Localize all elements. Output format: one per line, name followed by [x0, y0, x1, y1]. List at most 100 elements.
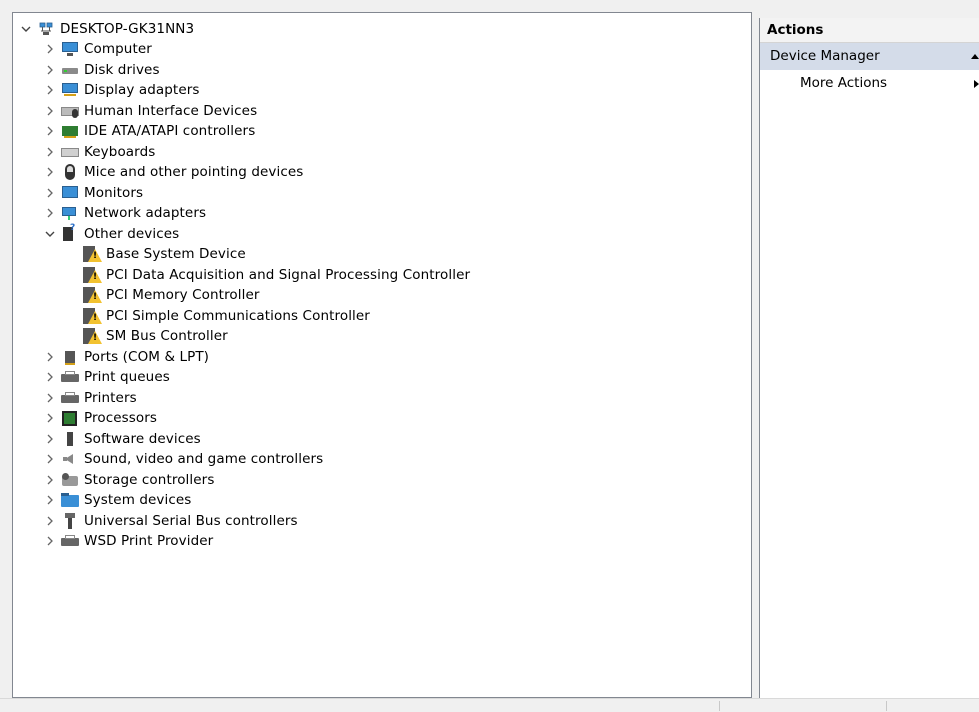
device-pci-simple-comms[interactable]: ! PCI Simple Communications Controller — [83, 306, 370, 326]
actions-header: Actions — [760, 18, 979, 43]
tree-item-usb-controllers[interactable]: Universal Serial Bus controllers — [43, 511, 298, 531]
actions-pane: Actions Device Manager More Actions — [759, 18, 979, 698]
computer-host-icon — [37, 21, 55, 37]
chevron-down-icon[interactable] — [19, 19, 33, 39]
chevron-down-icon[interactable] — [43, 224, 57, 244]
tree-item-software-devices[interactable]: Software devices — [43, 429, 201, 449]
system-folder-icon — [61, 492, 79, 508]
actions-section-label: Device Manager — [770, 48, 880, 64]
warning-device-icon: ! — [83, 328, 102, 344]
speaker-icon — [61, 451, 79, 467]
tree-item-label: System devices — [84, 492, 192, 508]
tree-item-ports[interactable]: Ports (COM & LPT) — [43, 347, 209, 367]
tree-item-printers[interactable]: Printers — [43, 388, 137, 408]
collapse-arrow-icon[interactable] — [971, 54, 979, 59]
tree-root-label: DESKTOP-GK31NN3 — [60, 21, 195, 37]
chevron-right-icon[interactable] — [43, 142, 57, 162]
network-adapter-icon — [61, 205, 79, 221]
ide-controller-icon — [61, 123, 79, 139]
tree-item-label: Mice and other pointing devices — [84, 164, 304, 180]
device-base-system[interactable]: ! Base System Device — [83, 244, 246, 264]
tree-item-label: Disk drives — [84, 62, 160, 78]
chevron-right-icon[interactable] — [43, 80, 57, 100]
device-sm-bus-controller[interactable]: ! SM Bus Controller — [83, 326, 228, 346]
chevron-right-icon[interactable] — [43, 531, 57, 551]
warning-device-icon: ! — [83, 246, 102, 262]
more-actions-item[interactable]: More Actions — [760, 70, 979, 97]
tree-item-label: Sound, video and game controllers — [84, 451, 324, 467]
chevron-right-icon[interactable] — [43, 388, 57, 408]
device-label: Base System Device — [106, 246, 246, 262]
device-pci-data-acquisition[interactable]: ! PCI Data Acquisition and Signal Proces… — [83, 265, 470, 285]
status-bar — [0, 698, 979, 712]
usb-icon — [61, 513, 79, 529]
tree-item-label: Print queues — [84, 369, 170, 385]
chevron-right-icon[interactable] — [43, 367, 57, 387]
chevron-right-icon[interactable] — [43, 490, 57, 510]
unknown-device-icon: ? — [61, 224, 79, 242]
chevron-right-icon[interactable] — [43, 183, 57, 203]
tree-item-monitors[interactable]: Monitors — [43, 183, 143, 203]
tree-item-system-devices[interactable]: System devices — [43, 490, 191, 510]
device-pci-memory-controller[interactable]: ! PCI Memory Controller — [83, 285, 260, 305]
tree-item-label: Software devices — [84, 431, 201, 447]
chevron-right-icon[interactable] — [43, 101, 57, 121]
tree-item-label: Network adapters — [84, 205, 207, 221]
status-bar-divider — [719, 701, 720, 711]
chevron-right-icon[interactable] — [43, 470, 57, 490]
tree-item-label: Universal Serial Bus controllers — [84, 513, 298, 529]
tree-item-hid[interactable]: Human Interface Devices — [43, 101, 257, 121]
warning-device-icon: ! — [83, 267, 102, 283]
computer-icon — [61, 41, 79, 57]
tree-item-label: Processors — [84, 410, 158, 426]
tree-item-label: Human Interface Devices — [84, 103, 258, 119]
chevron-right-icon[interactable] — [43, 39, 57, 59]
tree-item-label: Display adapters — [84, 82, 200, 98]
hid-icon — [61, 103, 79, 119]
tree-item-sound-video[interactable]: Sound, video and game controllers — [43, 449, 323, 469]
tree-item-label: IDE ATA/ATAPI controllers — [84, 123, 256, 139]
chevron-right-icon[interactable] — [43, 162, 57, 182]
tree-item-label: Storage controllers — [84, 472, 215, 488]
chevron-right-icon[interactable] — [43, 408, 57, 428]
keyboard-icon — [61, 144, 79, 160]
tree-item-other-devices[interactable]: ? Other devices — [43, 224, 179, 244]
tree-item-wsd-print-provider[interactable]: WSD Print Provider — [43, 531, 213, 551]
tree-item-storage-controllers[interactable]: Storage controllers — [43, 470, 214, 490]
tree-item-label: Printers — [84, 390, 137, 406]
tree-item-disk-drives[interactable]: Disk drives — [43, 60, 160, 80]
device-label: PCI Memory Controller — [106, 287, 260, 303]
chevron-right-icon[interactable] — [43, 511, 57, 531]
tree-root[interactable]: DESKTOP-GK31NN3 — [19, 19, 194, 39]
chevron-right-icon[interactable] — [43, 121, 57, 141]
printer-icon — [61, 369, 79, 385]
chevron-right-icon[interactable] — [43, 203, 57, 223]
device-tree-pane[interactable]: DESKTOP-GK31NN3 Computer Disk drives Dis… — [12, 12, 752, 698]
warning-device-icon: ! — [83, 287, 102, 303]
chevron-right-icon[interactable] — [43, 429, 57, 449]
tree-item-processors[interactable]: Processors — [43, 408, 157, 428]
storage-controller-icon — [61, 472, 79, 488]
tree-item-keyboards[interactable]: Keyboards — [43, 142, 155, 162]
chevron-right-icon[interactable] — [43, 449, 57, 469]
tree-item-computer[interactable]: Computer — [43, 39, 152, 59]
disk-drive-icon — [61, 62, 79, 78]
tree-item-label: Other devices — [84, 226, 180, 242]
tree-item-label: Ports (COM & LPT) — [84, 349, 210, 365]
tree-item-print-queues[interactable]: Print queues — [43, 367, 170, 387]
mouse-icon — [61, 164, 79, 180]
tree-item-ide-controllers[interactable]: IDE ATA/ATAPI controllers — [43, 121, 255, 141]
tree-item-mice[interactable]: Mice and other pointing devices — [43, 162, 303, 182]
warning-device-icon: ! — [83, 308, 102, 324]
tree-item-display-adapters[interactable]: Display adapters — [43, 80, 200, 100]
tree-item-network-adapters[interactable]: Network adapters — [43, 203, 206, 223]
port-icon — [61, 349, 79, 365]
chevron-right-icon[interactable] — [43, 347, 57, 367]
chevron-right-icon[interactable] — [43, 60, 57, 80]
processor-icon — [61, 410, 79, 426]
tree-item-label: WSD Print Provider — [84, 533, 214, 549]
device-label: PCI Simple Communications Controller — [106, 308, 370, 324]
actions-section-device-manager[interactable]: Device Manager — [760, 43, 979, 70]
monitor-icon — [61, 185, 79, 201]
display-adapter-icon — [61, 82, 79, 98]
